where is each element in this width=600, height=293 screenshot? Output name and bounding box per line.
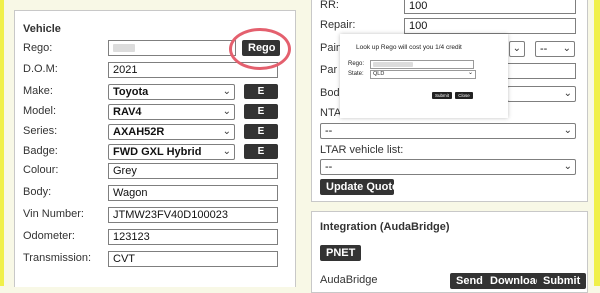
ltar-label: LTAR vehicle list: (320, 144, 404, 156)
modal-state-select[interactable]: QLD ⌄ (370, 70, 476, 79)
rr-label: RR: (320, 0, 339, 11)
chevron-down-icon: ⌄ (512, 43, 521, 54)
chevron-down-icon: ⌄ (222, 86, 231, 97)
rego-lookup-modal: Look up Rego will cost you 1/4 credit Re… (340, 34, 508, 118)
ltar-select[interactable]: -- ⌄ (320, 159, 576, 175)
body-type-label: Bod (320, 87, 340, 99)
ntar-select[interactable]: -- ⌄ (320, 123, 576, 139)
submit-button[interactable]: Submit (537, 273, 587, 289)
vin-input[interactable]: JTMW23FV40D100023 (108, 207, 278, 223)
badge-label: Badge: (23, 145, 58, 157)
odometer-input[interactable]: 123123 (108, 229, 278, 245)
update-quote-button[interactable]: Update Quote (320, 179, 398, 195)
modal-rego-label: Rego: (348, 61, 365, 67)
modal-close-button[interactable]: Close (455, 92, 473, 99)
badge-value: FWD GXL Hybrid (113, 146, 202, 158)
chevron-down-icon: ⌄ (222, 146, 231, 157)
rego-label: Rego: (23, 42, 53, 54)
repair-input[interactable]: 100 (404, 18, 576, 34)
badge-select[interactable]: FWD GXL Hybrid ⌄ (108, 144, 235, 160)
repair-label: Repair: (320, 19, 356, 31)
modal-rego-redacted (373, 62, 413, 67)
left-edge-bar (0, 0, 4, 286)
part-label: Par (320, 64, 338, 76)
part-input[interactable] (507, 63, 576, 79)
model-label: Model: (23, 105, 57, 117)
paint-select-b[interactable]: -- ⌄ (535, 41, 575, 57)
modal-state-label: State: (348, 71, 364, 77)
series-value: AXAH52R (113, 126, 165, 138)
chevron-down-icon: ⌄ (562, 43, 571, 54)
body-input[interactable]: Wagon (108, 185, 278, 201)
paint-select-value: -- (540, 43, 548, 55)
rego-highlight-circle (229, 28, 291, 70)
series-select[interactable]: AXAH52R ⌄ (108, 124, 235, 140)
rego-redacted (113, 44, 135, 52)
integration-panel: Integration (AudaBridge) PNET AudaBridge… (311, 211, 588, 293)
make-label: Make: (23, 85, 53, 97)
modal-rego-input[interactable] (370, 60, 474, 69)
chevron-down-icon: ⌄ (563, 161, 572, 172)
series-edit-button[interactable]: E (244, 124, 278, 139)
ltar-value: -- (325, 161, 333, 173)
modal-state-value: QLD (373, 71, 385, 77)
paint-label: Pain (320, 42, 343, 54)
dom-label: D.O.M: (23, 63, 58, 75)
make-edit-button[interactable]: E (244, 84, 278, 99)
vehicle-title: Vehicle (23, 23, 61, 35)
colour-label: Colour: (23, 164, 59, 176)
model-select[interactable]: RAV4 ⌄ (108, 104, 235, 120)
right-edge-bar (594, 0, 600, 286)
chevron-down-icon: ⌄ (563, 88, 572, 99)
body-type-select[interactable]: ⌄ (507, 86, 576, 102)
chevron-down-icon: ⌄ (222, 106, 231, 117)
rego-input[interactable] (108, 40, 236, 56)
model-edit-button[interactable]: E (244, 104, 278, 119)
colour-input[interactable]: Grey (108, 163, 278, 179)
integration-title: Integration (AudaBridge) (320, 221, 450, 233)
make-select[interactable]: Toyota ⌄ (108, 84, 235, 100)
chevron-down-icon: ⌄ (467, 70, 473, 76)
modal-submit-button[interactable]: Submit (432, 92, 452, 99)
odometer-label: Odometer: (23, 230, 75, 242)
chevron-down-icon: ⌄ (222, 126, 231, 137)
chevron-down-icon: ⌄ (563, 125, 572, 136)
pnet-button[interactable]: PNET (320, 245, 362, 261)
body-label: Body: (23, 186, 52, 198)
vin-label: Vin Number: (23, 208, 84, 220)
ntar-value: -- (325, 125, 333, 137)
badge-edit-button[interactable]: E (244, 144, 278, 159)
transmission-label: Transmission: (23, 252, 92, 264)
paint-select-a[interactable]: ⌄ (509, 41, 525, 57)
make-value: Toyota (113, 86, 149, 98)
rr-input[interactable]: 100 (404, 0, 576, 14)
transmission-input[interactable]: CVT (108, 251, 278, 267)
audabridge-label: AudaBridge (320, 274, 378, 286)
ntar-label: NTA (320, 107, 342, 119)
model-value: RAV4 (113, 106, 142, 118)
modal-title: Look up Rego will cost you 1/4 credit (356, 44, 462, 51)
series-label: Series: (23, 125, 58, 137)
